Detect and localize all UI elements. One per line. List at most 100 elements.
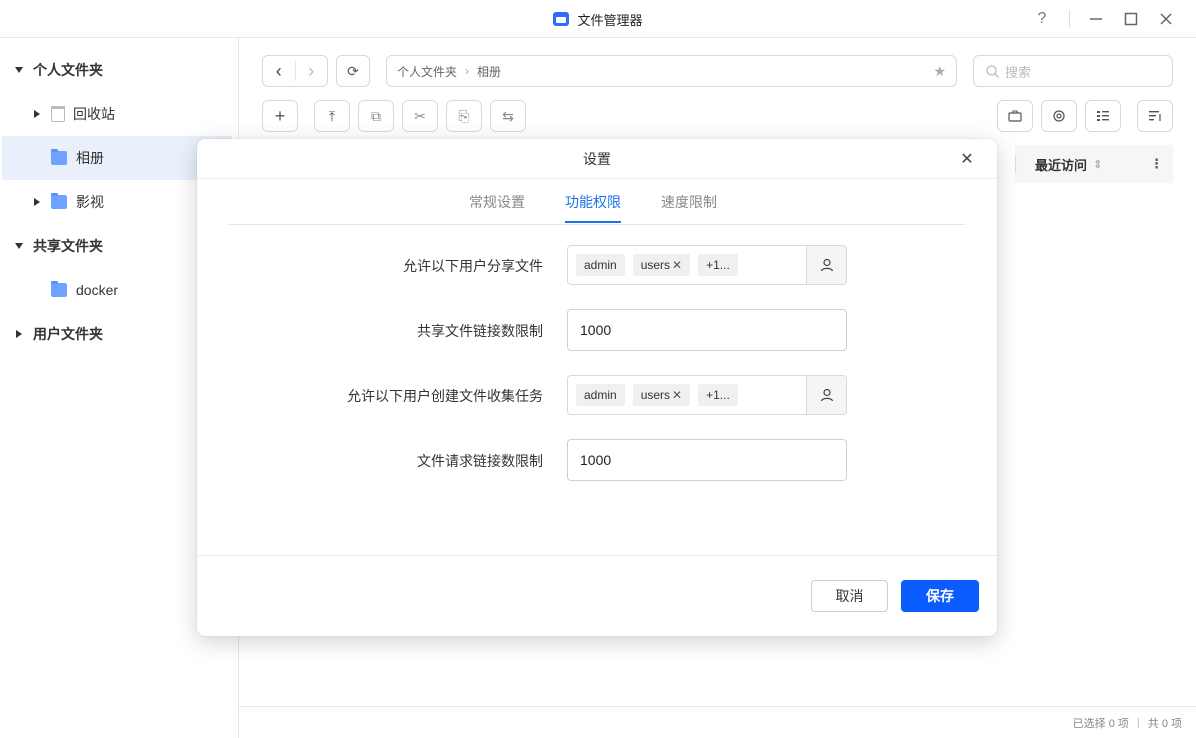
minimize-button[interactable] xyxy=(1083,6,1109,32)
sidebar-item-label: 影视 xyxy=(76,194,104,210)
app-title-text: 文件管理器 xyxy=(577,12,643,28)
trash-icon xyxy=(51,106,65,122)
active-tab-indicator xyxy=(565,221,621,223)
chip-label: +1... xyxy=(706,258,730,272)
collect-users-field[interactable]: admin users ✕ +1... xyxy=(567,375,847,415)
select-users-button[interactable] xyxy=(806,376,846,414)
column-divider xyxy=(1015,155,1016,173)
file-manager-icon xyxy=(553,12,570,26)
new-button[interactable]: + xyxy=(262,100,298,132)
settings-dialog: 设置 ✕ 常规设置 功能权限 速度限制 允许以下用户分享文件 admin use… xyxy=(197,139,997,636)
upload-button[interactable]: ⤒ xyxy=(314,100,350,132)
sidebar-item-label: 回收站 xyxy=(73,106,115,122)
sidebar-item-label: 共享文件夹 xyxy=(33,238,103,254)
back-button[interactable]: ‹ xyxy=(263,61,295,82)
search-input[interactable]: 搜索 xyxy=(973,55,1173,87)
collect-users-label: 允许以下用户创建文件收集任务 xyxy=(347,388,543,404)
chip-remove-icon[interactable]: ✕ xyxy=(672,258,682,272)
chevron-right-icon[interactable] xyxy=(34,198,40,206)
share-link-limit-label: 共享文件链接数限制 xyxy=(417,323,543,339)
user-icon xyxy=(820,258,833,272)
gear-icon xyxy=(1053,110,1065,122)
sidebar-item-label: docker xyxy=(76,282,119,298)
move-button[interactable]: ⇆ xyxy=(490,100,526,132)
chevron-right-icon[interactable] xyxy=(34,110,40,118)
tab-permissions[interactable]: 功能权限 xyxy=(565,179,621,225)
breadcrumb-item[interactable]: 个人文件夹 xyxy=(397,63,457,80)
share-users-field[interactable]: admin users ✕ +1... xyxy=(567,245,847,285)
more-users-chip[interactable]: +1... xyxy=(698,254,738,276)
share-users-label: 允许以下用户分享文件 xyxy=(403,258,543,274)
close-window-button[interactable] xyxy=(1153,6,1179,32)
more-options-icon[interactable]: ⋮ xyxy=(1150,156,1163,172)
sort-button[interactable] xyxy=(1137,100,1173,132)
folder-icon xyxy=(51,149,67,165)
paste-button[interactable]: ⎘ xyxy=(446,100,482,132)
sidebar-item-label: 相册 xyxy=(76,150,104,166)
settings-button[interactable] xyxy=(1041,100,1077,132)
list-view-icon xyxy=(1097,111,1109,121)
refresh-icon: ⟳ xyxy=(347,62,359,79)
tab-speed-limit[interactable]: 速度限制 xyxy=(661,179,717,225)
docker-folder-icon xyxy=(51,281,67,297)
selected-count: 已选择 0 项 xyxy=(1072,717,1129,730)
title-bar: 文件管理器 ? xyxy=(0,0,1196,38)
refresh-button[interactable]: ⟳ xyxy=(336,55,370,87)
breadcrumb[interactable]: 个人文件夹 › 相册 ★ xyxy=(386,55,957,87)
maximize-button[interactable] xyxy=(1118,6,1144,32)
search-icon xyxy=(986,64,999,78)
minimize-icon xyxy=(1090,18,1102,20)
more-users-chip[interactable]: +1... xyxy=(698,384,738,406)
chip-label: users xyxy=(640,258,671,272)
user-icon xyxy=(820,388,833,402)
sort-arrows-icon[interactable]: ⇕ xyxy=(1093,158,1102,171)
window-divider xyxy=(1069,10,1070,28)
dialog-close-button[interactable]: ✕ xyxy=(957,149,977,169)
sidebar-item-label: 个人文件夹 xyxy=(33,62,103,78)
help-button[interactable]: ? xyxy=(1029,6,1055,32)
forward-button[interactable]: › xyxy=(295,61,327,82)
copy-button[interactable]: ⧉ xyxy=(358,100,394,132)
dialog-title: 设置 xyxy=(583,150,611,167)
column-header-label: 最近访问 xyxy=(1035,157,1088,173)
request-link-limit-input[interactable]: 1000 xyxy=(567,439,847,481)
chip-label: +1... xyxy=(706,388,730,402)
briefcase-icon xyxy=(1008,110,1022,122)
nav-button-group: ‹ › xyxy=(262,55,328,87)
status-bar: 已选择 0 项 | 共 0 项 xyxy=(239,706,1196,738)
dialog-tabs: 常规设置 功能权限 速度限制 xyxy=(229,179,965,225)
dialog-footer: 取消 保存 xyxy=(197,555,997,636)
dialog-header: 设置 ✕ xyxy=(197,139,997,179)
cancel-button[interactable]: 取消 xyxy=(811,580,888,612)
chevron-down-icon[interactable] xyxy=(15,67,23,73)
sidebar-item-recycle-bin[interactable]: 回收站 xyxy=(0,92,238,136)
sidebar-item-label: 用户文件夹 xyxy=(33,326,103,342)
select-users-button[interactable] xyxy=(806,246,846,284)
user-chip: users ✕ xyxy=(632,254,691,276)
save-button[interactable]: 保存 xyxy=(901,580,979,612)
tools-button[interactable] xyxy=(997,100,1033,132)
star-icon[interactable]: ★ xyxy=(933,63,946,80)
column-header-last-access[interactable]: 最近访问 ⇕ ⋮ xyxy=(1015,145,1173,183)
chip-label: users xyxy=(640,388,671,402)
view-mode-button[interactable] xyxy=(1085,100,1121,132)
tab-general[interactable]: 常规设置 xyxy=(469,179,525,225)
chevron-right-icon[interactable] xyxy=(16,330,22,338)
sidebar-item-personal[interactable]: 个人文件夹 xyxy=(0,48,238,92)
cut-button[interactable]: ✂ xyxy=(402,100,438,132)
chip-label: admin xyxy=(584,258,617,272)
folder-icon xyxy=(51,193,67,209)
chip-remove-icon[interactable]: ✕ xyxy=(672,388,682,402)
breadcrumb-item[interactable]: 相册 xyxy=(477,63,501,80)
breadcrumb-separator: › xyxy=(465,64,470,78)
search-placeholder: 搜索 xyxy=(1005,64,1032,80)
chip-label: admin xyxy=(584,388,617,402)
sort-icon xyxy=(1149,111,1161,121)
close-icon xyxy=(1160,13,1172,25)
total-count: 共 0 项 xyxy=(1147,717,1182,730)
share-link-limit-input[interactable]: 1000 xyxy=(567,309,847,351)
user-chip: admin xyxy=(576,254,625,276)
request-link-limit-label: 文件请求链接数限制 xyxy=(417,453,543,469)
chevron-down-icon[interactable] xyxy=(15,243,23,249)
maximize-icon xyxy=(1124,12,1138,26)
